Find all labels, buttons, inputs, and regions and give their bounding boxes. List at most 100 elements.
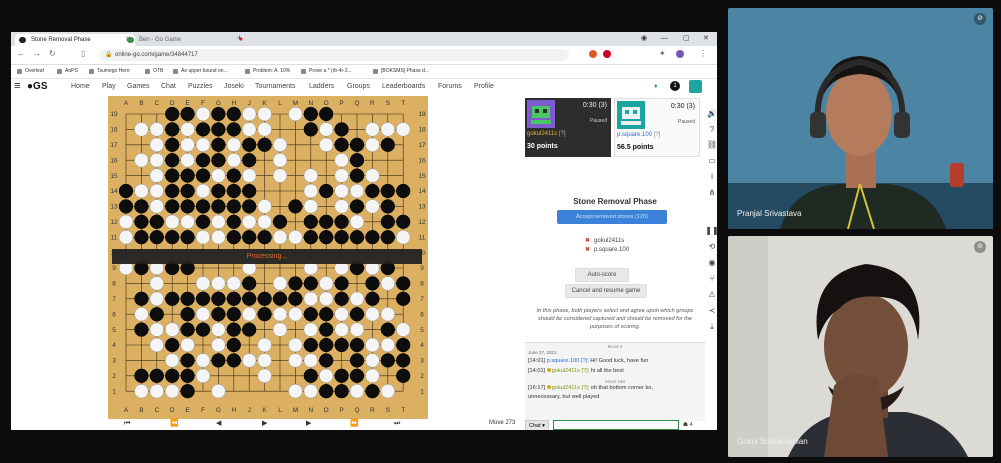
black-stone[interactable]	[226, 291, 241, 306]
black-stone[interactable]	[303, 337, 318, 353]
black-stone[interactable]	[195, 214, 211, 229]
white-stone[interactable]	[180, 122, 195, 137]
back-ten-button[interactable]: ⏪	[170, 418, 179, 430]
black-stone[interactable]	[165, 122, 180, 137]
white-stone[interactable]	[195, 106, 211, 122]
black-stone[interactable]	[149, 307, 164, 322]
download-icon[interactable]: ⤓	[705, 322, 717, 332]
white-stone[interactable]	[288, 230, 303, 245]
black-stone[interactable]	[257, 230, 272, 245]
nav-puzzles[interactable]: Puzzles	[188, 79, 213, 94]
black-stone[interactable]	[334, 122, 349, 137]
black-stone[interactable]	[334, 368, 349, 383]
black-stone[interactable]	[195, 291, 211, 306]
play-button[interactable]: ▶	[262, 418, 267, 430]
white-stone[interactable]	[365, 137, 380, 152]
black-stone[interactable]	[380, 214, 395, 229]
white-stone[interactable]	[195, 137, 211, 152]
black-stone[interactable]	[242, 322, 257, 337]
url-input[interactable]: 🔒 online-go.com/game/34844717	[99, 49, 569, 61]
white-stone[interactable]	[149, 122, 164, 137]
white-stone[interactable]	[288, 384, 303, 399]
black-stone[interactable]	[180, 368, 195, 383]
white-stone[interactable]	[211, 214, 226, 229]
player-name[interactable]: p.square.100 [?]	[617, 132, 660, 138]
white-stone[interactable]	[303, 384, 318, 399]
white-stone[interactable]	[272, 230, 288, 245]
white-stone[interactable]	[180, 337, 195, 353]
white-stone[interactable]	[319, 291, 334, 306]
white-stone[interactable]	[211, 337, 226, 353]
white-stone[interactable]	[211, 322, 226, 337]
nav-groups[interactable]: Groups	[347, 79, 370, 94]
black-stone[interactable]	[195, 199, 211, 214]
browser-menu-icon[interactable]: ⋮	[699, 49, 707, 58]
white-stone[interactable]	[149, 168, 164, 183]
chat-channel-select[interactable]: Chat ▾	[525, 420, 549, 430]
video-tile-pranjal[interactable]: ⊘ Pranjal Srivastava	[728, 8, 993, 229]
black-stone[interactable]	[211, 137, 226, 152]
black-stone[interactable]	[334, 384, 349, 399]
first-move-button[interactable]: ⏮	[124, 418, 130, 430]
black-stone[interactable]	[165, 106, 180, 122]
black-stone[interactable]	[165, 337, 180, 353]
analyze-icon[interactable]: ⑂	[705, 274, 717, 283]
white-stone[interactable]	[257, 122, 272, 137]
white-stone[interactable]	[257, 214, 272, 229]
bookmark-item[interactable]: AoPS	[57, 65, 78, 78]
notification-badge[interactable]: 1	[670, 81, 680, 91]
white-stone[interactable]	[257, 199, 272, 214]
black-stone[interactable]	[195, 322, 211, 337]
black-stone[interactable]	[303, 276, 318, 291]
white-stone[interactable]	[396, 122, 411, 137]
white-stone[interactable]	[257, 353, 272, 368]
black-stone[interactable]	[134, 230, 149, 245]
black-stone[interactable]	[349, 368, 365, 383]
white-stone[interactable]	[118, 214, 134, 229]
white-stone[interactable]	[288, 106, 303, 122]
close-window-icon[interactable]: ✕	[703, 32, 709, 46]
new-tab-button[interactable]: +	[237, 33, 242, 43]
white-stone[interactable]	[380, 276, 395, 291]
black-stone[interactable]	[380, 230, 395, 245]
white-stone[interactable]	[149, 199, 164, 214]
black-stone[interactable]	[380, 353, 395, 368]
black-stone[interactable]	[134, 368, 149, 383]
nav-games[interactable]: Games	[127, 79, 150, 94]
black-stone[interactable]	[149, 368, 164, 383]
black-stone[interactable]	[118, 199, 134, 214]
black-stone[interactable]	[242, 291, 257, 306]
black-stone[interactable]	[319, 337, 334, 353]
black-stone[interactable]	[226, 168, 241, 183]
profile-avatar[interactable]	[676, 50, 684, 58]
black-stone[interactable]	[180, 106, 195, 122]
white-stone[interactable]	[303, 183, 318, 199]
white-stone[interactable]	[180, 137, 195, 152]
black-stone[interactable]	[165, 368, 180, 383]
white-stone[interactable]	[288, 353, 303, 368]
white-stone[interactable]	[334, 168, 349, 183]
black-stone[interactable]	[134, 291, 149, 306]
white-stone[interactable]	[134, 307, 149, 322]
white-stone[interactable]	[303, 322, 318, 337]
black-stone[interactable]	[180, 230, 195, 245]
black-stone[interactable]	[257, 291, 272, 306]
white-stone[interactable]	[211, 230, 226, 245]
black-stone[interactable]	[165, 153, 180, 168]
black-stone[interactable]	[211, 122, 226, 137]
black-stone[interactable]	[380, 322, 395, 337]
share-icon[interactable]: ≺	[705, 306, 717, 315]
nav-chat[interactable]: Chat	[161, 79, 176, 94]
extension-icon[interactable]	[589, 50, 597, 58]
white-stone[interactable]	[365, 368, 380, 383]
black-stone[interactable]	[303, 214, 318, 229]
black-stone[interactable]	[195, 122, 211, 137]
forward-icon[interactable]: →	[33, 49, 41, 58]
bookmark-star-icon[interactable]: ▯	[81, 49, 85, 58]
palette-icon[interactable]: ◉	[705, 258, 717, 267]
white-stone[interactable]	[242, 214, 257, 229]
black-stone[interactable]	[349, 168, 365, 183]
white-stone[interactable]	[365, 337, 380, 353]
auto-score-button[interactable]: Auto-score	[575, 268, 629, 282]
tab-second[interactable]: Ben - Go Game ●	[123, 34, 247, 46]
